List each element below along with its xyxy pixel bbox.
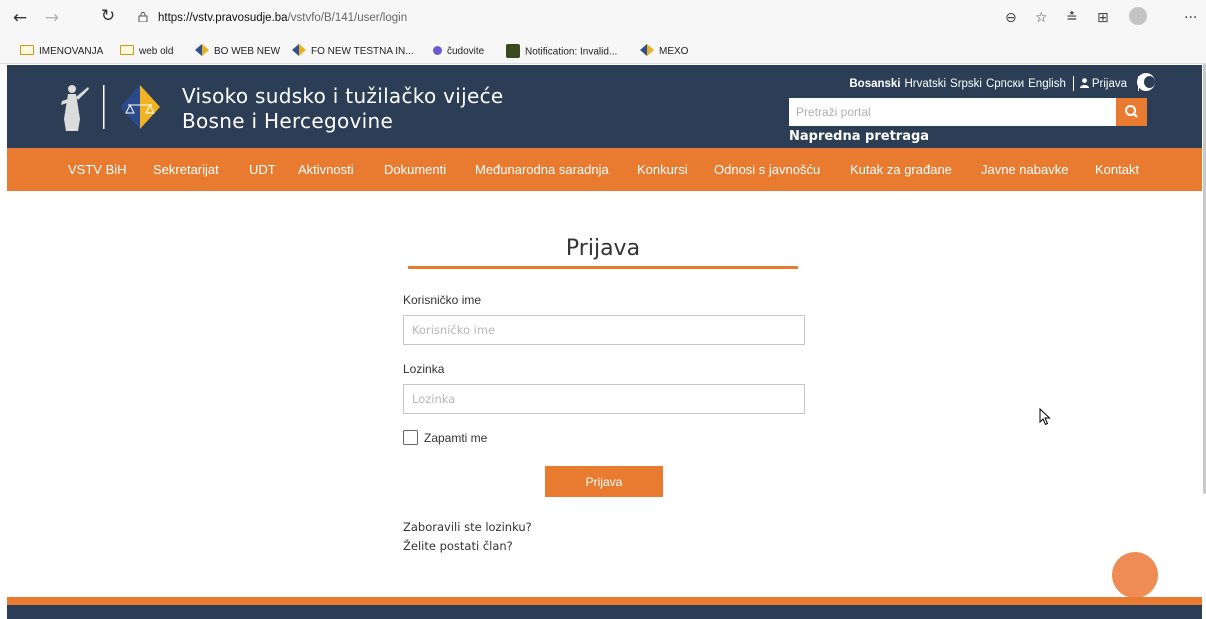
password-input[interactable] (403, 384, 805, 414)
folder-icon (20, 45, 34, 56)
bookmark-notification[interactable]: Notification: Invalid... (506, 44, 617, 59)
site-logo-icon (640, 44, 654, 57)
lang-srpski-latin[interactable]: Srpski (950, 78, 982, 90)
site-title[interactable]: Visoko sudsko i tužilačko vijeće Bosne i… (182, 84, 504, 134)
username-input[interactable] (403, 315, 805, 345)
nav-vstv-bih[interactable]: VSTV BiH (68, 162, 127, 177)
nav-sekretarijat[interactable]: Sekretarijat (153, 162, 219, 177)
nav-javne-nabavke[interactable]: Javne nabavke (981, 162, 1068, 177)
institution-logo-icon[interactable] (54, 79, 164, 135)
lang-bosanski[interactable]: Bosanski (849, 78, 900, 90)
search-icon (1125, 105, 1138, 118)
site-header: Visoko sudsko i tužilačko vijeće Bosne i… (7, 65, 1202, 148)
forward-icon[interactable]: → (42, 8, 62, 28)
profile-avatar[interactable] (1129, 7, 1147, 25)
bookmark-web-old[interactable]: web old (120, 45, 173, 59)
favorites-icon[interactable]: ≛ (1066, 9, 1078, 27)
password-label: Lozinka (403, 362, 445, 376)
bookmark-mexo[interactable]: MEXO (640, 44, 688, 59)
back-icon[interactable]: ← (10, 8, 30, 28)
user-icon (1079, 77, 1089, 88)
folder-icon (120, 45, 134, 56)
dark-mode-toggle-icon[interactable] (1137, 73, 1155, 91)
bookmark-bo-web-new[interactable]: BO WEB NEW (195, 44, 280, 59)
bookmark-fo-new-testna[interactable]: FO NEW TESTNA IN... (292, 44, 414, 59)
forgot-password-link[interactable]: Zaboravili ste lozinku? (403, 520, 532, 534)
remember-me-checkbox[interactable] (403, 430, 418, 446)
url-path: /vstvfo/B/141/user/login (287, 12, 408, 24)
url-host: https://vstv.pravosudje.ba (158, 12, 288, 24)
dot-icon (433, 45, 442, 55)
more-menu-icon[interactable]: ··· (1184, 9, 1197, 27)
nav-udt[interactable]: UDT (249, 162, 276, 177)
register-link[interactable]: Želite postati član? (403, 539, 513, 553)
address-bar[interactable]: https://vstv.pravosudje.ba/vstvfo/B/141/… (138, 6, 838, 30)
notification-icon (506, 44, 520, 58)
browser-toolbar: ← → ↻ https://vstv.pravosudje.ba/vstvfo/… (0, 0, 1206, 44)
remember-me-label: Zapamti me (424, 431, 488, 445)
nav-odnosi-s-javnoscu[interactable]: Odnosi s javnošću (714, 162, 820, 177)
nav-konkursi[interactable]: Konkursi (637, 162, 688, 177)
portal-search-input[interactable] (789, 98, 1116, 126)
login-submit-button[interactable]: Prijava (545, 466, 663, 497)
nav-kontakt[interactable]: Kontakt (1095, 162, 1139, 177)
title-divider (408, 266, 798, 269)
site-logo-icon (292, 44, 306, 57)
zoom-icon[interactable]: ⊖ (1005, 9, 1017, 27)
footer (7, 605, 1202, 619)
language-switcher: Bosanski Hrvatski Srpski Српски English Prija… (849, 76, 1145, 91)
advanced-search-link[interactable]: Napredna pretraga (789, 129, 929, 144)
lock-icon (138, 12, 148, 22)
bookmarks-bar: IMENOVANJA web old BO WEB NEW FO NEW TES… (0, 40, 1206, 64)
lang-hrvatski[interactable]: Hrvatski (905, 78, 947, 90)
remember-me-row[interactable]: Zapamti me (403, 430, 488, 446)
main-navigation: VSTV BiH Sekretarijat UDT Aktivnosti Dok… (7, 148, 1202, 191)
mouse-cursor-icon (1039, 408, 1051, 426)
divider (1072, 76, 1074, 91)
lang-english[interactable]: English (1028, 78, 1066, 90)
chat-widget-button[interactable] (1112, 552, 1158, 598)
username-label: Korisničko ime (403, 293, 482, 307)
site-logo-icon (195, 44, 209, 57)
header-login-link[interactable]: Prijava (1079, 77, 1131, 90)
bookmark-cudovite[interactable]: čudovite (433, 45, 484, 59)
nav-aktivnosti[interactable]: Aktivnosti (298, 162, 354, 177)
nav-dokumenti[interactable]: Dokumenti (384, 162, 446, 177)
reload-icon[interactable]: ↻ (98, 6, 118, 26)
lang-srpski-cyrillic[interactable]: Српски (986, 78, 1024, 90)
footer-accent-stripe (7, 597, 1202, 605)
collections-icon[interactable]: ⊞ (1097, 9, 1109, 27)
favorite-add-icon[interactable]: ☆ (1035, 9, 1048, 27)
search-button[interactable] (1116, 98, 1147, 126)
nav-medunarodna-saradnja[interactable]: Međunarodna saradnja (475, 162, 609, 177)
bookmark-imenovanja[interactable]: IMENOVANJA (20, 45, 103, 59)
page-title: Prijava (565, 236, 641, 261)
nav-kutak-za-gradane[interactable]: Kutak za građane (850, 162, 952, 177)
